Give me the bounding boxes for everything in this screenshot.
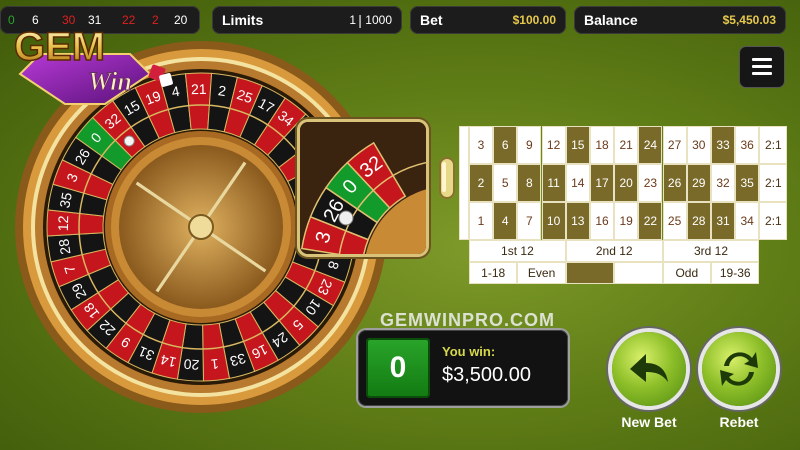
bet-cell-number[interactable]: 34 bbox=[735, 202, 760, 240]
bet-cell-number[interactable]: 11 bbox=[541, 164, 566, 202]
bet-cell-number[interactable]: 19 bbox=[614, 202, 639, 240]
bet-cell-number[interactable]: 13 bbox=[565, 202, 590, 240]
bet-cell-number[interactable]: 8 bbox=[517, 164, 542, 202]
bet-cell-column[interactable]: 2:1 bbox=[759, 126, 788, 164]
bet-cell-number[interactable]: 9 bbox=[517, 126, 542, 164]
bet-cell-number[interactable]: 17 bbox=[590, 164, 614, 202]
limits-min: 1 bbox=[349, 13, 356, 27]
bet-cell-number[interactable]: 4 bbox=[493, 202, 518, 240]
limits-label: Limits bbox=[222, 12, 264, 28]
bet-cell-number[interactable]: 6 bbox=[493, 126, 518, 164]
bet-cell-number[interactable]: 29 bbox=[686, 164, 711, 202]
bet-cell-number[interactable]: 33 bbox=[711, 126, 735, 164]
bet-cell-number[interactable]: 3 bbox=[469, 126, 493, 164]
bet-cell-number[interactable]: 5 bbox=[493, 164, 518, 202]
bet-cell-number[interactable]: 35 bbox=[735, 164, 760, 202]
bet-cell-number[interactable]: 22 bbox=[638, 202, 663, 240]
wheel-number: 35 bbox=[56, 191, 75, 210]
bet-cell-number[interactable]: 18 bbox=[590, 126, 614, 164]
bet-cell-outside[interactable]: 19-36 bbox=[711, 262, 760, 284]
new-bet-button[interactable] bbox=[612, 332, 686, 406]
bet-label: Bet bbox=[420, 12, 443, 28]
winning-number: 0 bbox=[366, 338, 430, 398]
bet-cell-number[interactable]: 23 bbox=[638, 164, 663, 202]
bet-cell-column[interactable]: 2:1 bbox=[759, 202, 788, 240]
bet-cell-outside[interactable]: Odd bbox=[662, 262, 711, 284]
balance-value: $5,450.03 bbox=[722, 13, 776, 27]
bet-cell-number[interactable]: 30 bbox=[686, 126, 711, 164]
wheel-number: 20 bbox=[183, 356, 200, 373]
you-win-label: You win: bbox=[442, 344, 496, 359]
bet-cell-number[interactable]: 21 bbox=[614, 126, 639, 164]
balance-panel: Balance $5,450.03 bbox=[574, 6, 786, 34]
undo-arrow-icon bbox=[630, 354, 668, 382]
ball-stack-icon bbox=[438, 156, 456, 200]
roulette-ball bbox=[123, 135, 135, 147]
menu-icon bbox=[752, 58, 772, 61]
bet-panel: Bet $100.00 bbox=[410, 6, 566, 34]
bet-cell-outside[interactable] bbox=[565, 262, 615, 284]
bet-cell-number[interactable]: 24 bbox=[638, 126, 663, 164]
bet-cell-number[interactable]: 14 bbox=[565, 164, 590, 202]
bet-cell-zero[interactable] bbox=[459, 126, 469, 240]
bet-cell-column[interactable]: 2:1 bbox=[759, 164, 788, 202]
bet-cell-number[interactable]: 7 bbox=[517, 202, 542, 240]
bet-cell-number[interactable]: 28 bbox=[686, 202, 711, 240]
bet-cell-dozen[interactable]: 2nd 12 bbox=[565, 240, 663, 262]
bet-cell-number[interactable]: 36 bbox=[735, 126, 760, 164]
limits-max: 1000 bbox=[365, 13, 392, 27]
bet-value: $100.00 bbox=[512, 13, 556, 27]
svg-text:Win: Win bbox=[88, 67, 132, 96]
bet-cell-dozen[interactable]: 1st 12 bbox=[469, 240, 566, 262]
menu-button[interactable] bbox=[740, 47, 784, 87]
bet-cell-outside[interactable]: Even bbox=[517, 262, 566, 284]
bet-cell-number[interactable]: 31 bbox=[711, 202, 735, 240]
zoom-ball bbox=[338, 210, 354, 226]
bet-cell-number[interactable]: 26 bbox=[662, 164, 687, 202]
svg-text:GEM: GEM bbox=[14, 25, 105, 69]
wheel-number: 12 bbox=[55, 215, 71, 231]
bet-cell-outside[interactable] bbox=[614, 262, 663, 284]
win-amount: $3,500.00 bbox=[442, 364, 531, 386]
gemwin-logo: GEM Win bbox=[10, 16, 180, 106]
rebet-button[interactable] bbox=[702, 332, 776, 406]
bet-cell-number[interactable]: 16 bbox=[590, 202, 614, 240]
bet-cell-number[interactable]: 2 bbox=[469, 164, 493, 202]
new-bet-label: New Bet bbox=[621, 414, 677, 430]
bet-cell-dozen[interactable]: 3rd 12 bbox=[662, 240, 760, 262]
limits-panel[interactable]: Limits 1 | 1000 bbox=[212, 6, 402, 34]
bet-cell-number[interactable]: 27 bbox=[662, 126, 687, 164]
bet-cell-number[interactable]: 10 bbox=[541, 202, 566, 240]
balance-label: Balance bbox=[584, 12, 638, 28]
bet-cell-number[interactable]: 15 bbox=[565, 126, 590, 164]
rebet-label: Rebet bbox=[719, 414, 759, 430]
bet-cell-number[interactable]: 12 bbox=[541, 126, 566, 164]
wheel-number: 21 bbox=[191, 81, 207, 97]
bet-cell-number[interactable]: 25 bbox=[662, 202, 687, 240]
watermark: GEMWINPRO.COM bbox=[380, 310, 555, 330]
wheel-number: 28 bbox=[55, 238, 73, 256]
bet-cell-number[interactable]: 20 bbox=[614, 164, 639, 202]
bet-cell-number[interactable]: 1 bbox=[469, 202, 493, 240]
ball-zoom-inset: 3 26 0 32 bbox=[300, 122, 426, 254]
bet-cell-outside[interactable]: 1-18 bbox=[469, 262, 518, 284]
result-panel: 0 You win: $3,500.00 bbox=[358, 330, 568, 406]
bet-cell-number[interactable]: 32 bbox=[711, 164, 735, 202]
refresh-icon bbox=[720, 352, 758, 386]
